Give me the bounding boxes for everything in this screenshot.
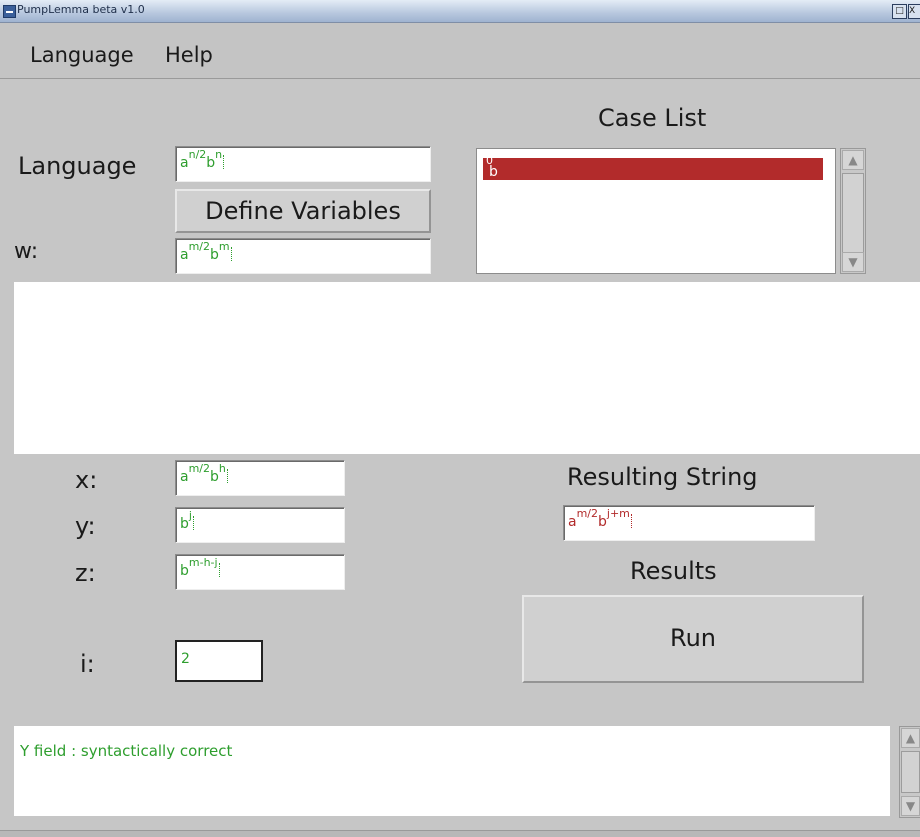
w-input[interactable]: am/2bm [175,238,431,274]
title-bar: PumpLemma beta v1.0 □ X [0,0,920,23]
scroll-up-arrow-icon[interactable]: ▲ [842,150,864,170]
z-label: z: [75,559,96,587]
status-scrollbar[interactable]: ▲ ▼ [899,726,920,818]
scroll-down-arrow-icon[interactable]: ▼ [901,796,920,816]
window-menu-icon[interactable] [3,5,16,18]
run-button[interactable]: Run [522,595,864,683]
language-label: Language [18,152,137,180]
x-label: x: [75,466,98,494]
maximize-icon[interactable]: □ [892,4,907,19]
y-input[interactable]: bj [175,507,345,543]
resulting-string-field: am/2bj+m [563,505,815,541]
scroll-up-arrow-icon[interactable]: ▲ [901,728,920,748]
y-label: y: [75,512,96,540]
i-value: 2 [181,651,190,667]
resulting-string-title: Resulting String [567,463,758,491]
w-value: am/2bm [180,240,232,263]
language-input[interactable]: an/2bn [175,146,431,182]
scroll-down-arrow-icon[interactable]: ▼ [842,252,864,272]
close-icon[interactable]: X [908,4,920,19]
case-list[interactable]: b0 [476,148,836,274]
define-variables-button[interactable]: Define Variables [175,189,431,233]
menu-bar: Language Help [0,23,920,79]
x-value: am/2bh [180,462,228,485]
x-input[interactable]: am/2bh [175,460,345,496]
results-title: Results [630,557,717,585]
i-input[interactable]: 2 [175,640,263,682]
scrollbar-thumb[interactable] [842,173,864,253]
status-message: Y field : syntactically correct [20,742,233,760]
menu-help[interactable]: Help [165,43,213,67]
case-list-item[interactable]: b0 [483,155,823,180]
language-value: an/2bn [180,148,225,171]
y-value: bj [180,509,194,532]
status-area: Y field : syntactically correct [14,726,890,816]
z-input[interactable]: bm-h-j [175,554,345,590]
z-value: bm-h-j [180,556,220,579]
case-list-title: Case List [598,104,707,132]
case-list-scrollbar[interactable]: ▲ ▼ [840,148,866,274]
menu-language[interactable]: Language [30,43,134,67]
i-label: i: [80,650,95,678]
resulting-string-value: am/2bj+m [568,507,632,530]
window-title: PumpLemma beta v1.0 [17,3,145,16]
diagram-canvas[interactable] [14,282,920,454]
w-label: w: [14,239,39,264]
scrollbar-thumb[interactable] [901,751,920,793]
